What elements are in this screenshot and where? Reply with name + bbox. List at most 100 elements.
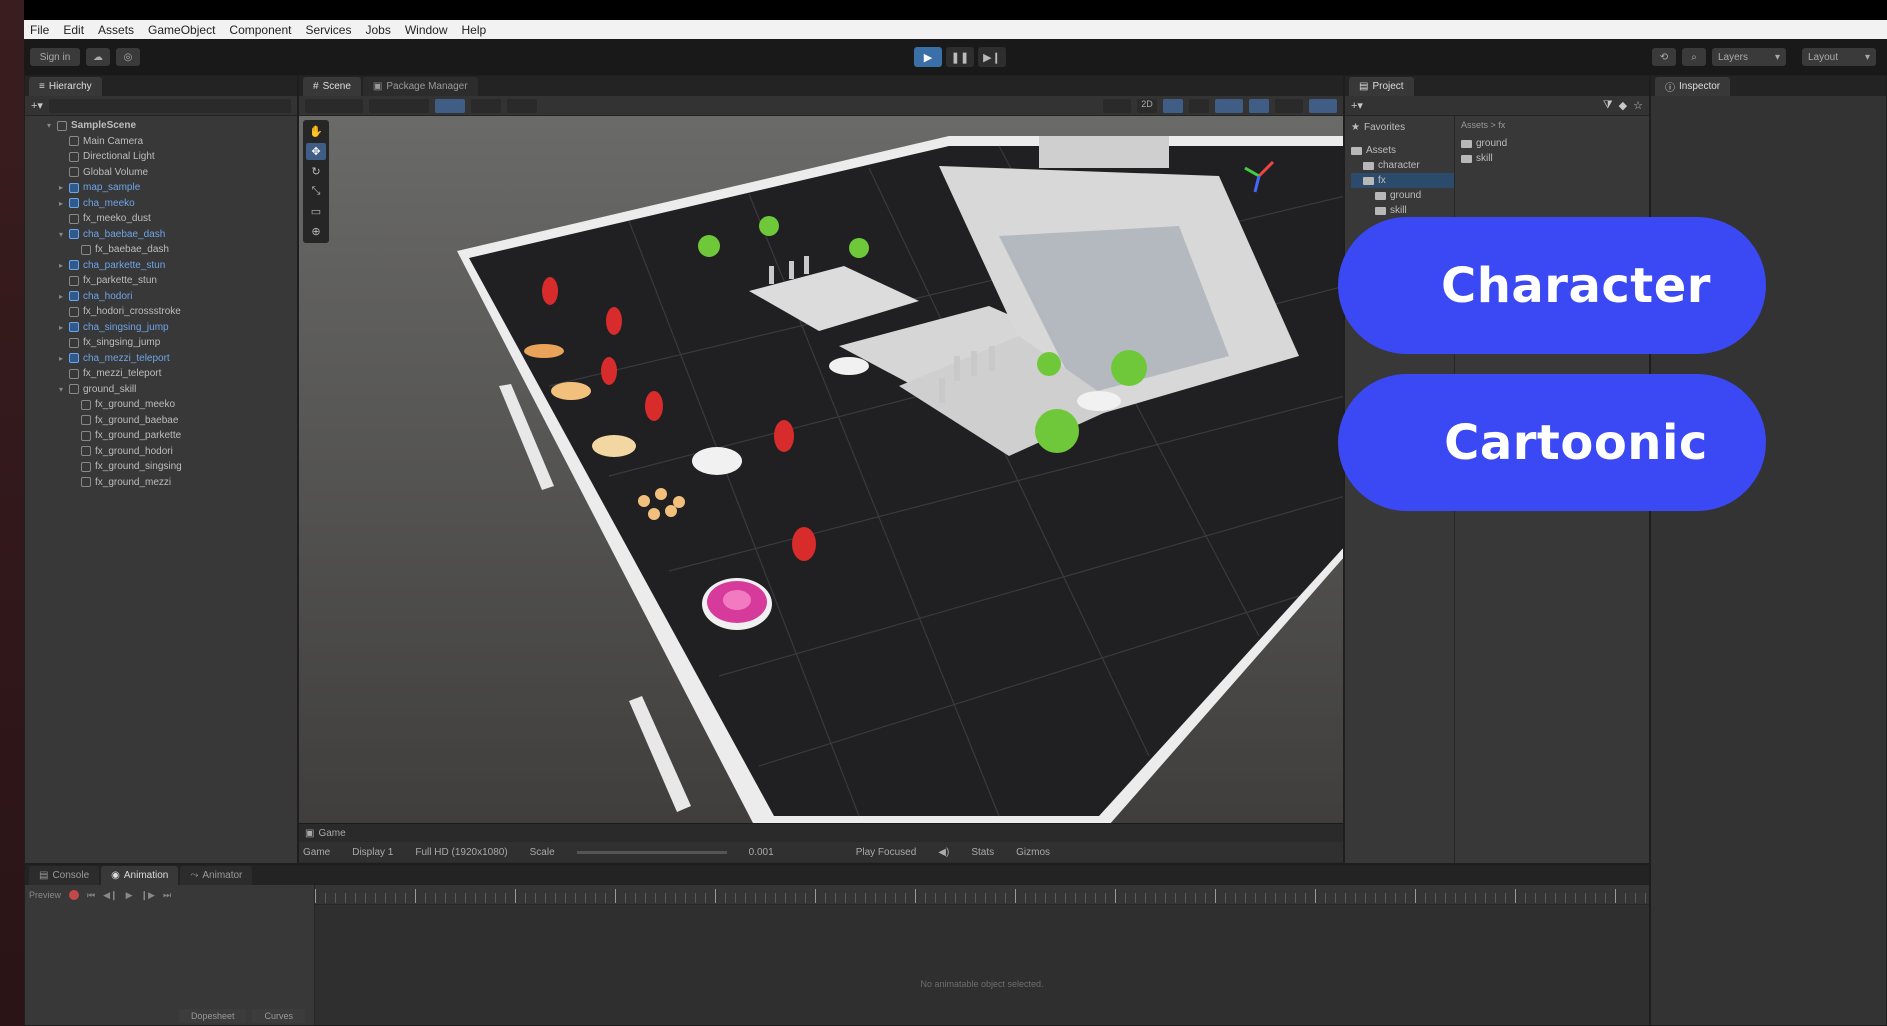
- assets-node[interactable]: Assets: [1351, 143, 1454, 158]
- scale-slider[interactable]: [576, 850, 727, 854]
- layers-dropdown[interactable]: Layers ▾: [1712, 48, 1786, 66]
- menu-help[interactable]: Help: [462, 23, 487, 37]
- add-icon[interactable]: +▾: [1351, 99, 1363, 112]
- step-icon[interactable]: ▶❙: [978, 47, 1006, 67]
- rect-tool-icon[interactable]: ▭: [306, 203, 326, 220]
- play-icon[interactable]: ▶: [126, 890, 133, 901]
- gizmos-icon[interactable]: [1309, 98, 1337, 113]
- camera-icon[interactable]: [1103, 98, 1131, 113]
- hierarchy-item[interactable]: fx_baebae_dash: [25, 242, 297, 258]
- move-tool-icon[interactable]: ✥: [306, 143, 326, 160]
- hierarchy-item[interactable]: fx_meeko_dust: [25, 211, 297, 227]
- 2d-toggle[interactable]: 2D: [1137, 98, 1157, 113]
- tab-scene[interactable]: # Scene: [303, 77, 361, 96]
- expand-arrow-icon[interactable]: ▾: [59, 385, 69, 394]
- expand-arrow-icon[interactable]: ▾: [59, 230, 69, 239]
- game-mode-dropdown[interactable]: Game: [303, 847, 330, 858]
- hierarchy-item[interactable]: Global Volume: [25, 165, 297, 181]
- star-icon[interactable]: ☆: [1633, 99, 1643, 112]
- cloud-icon[interactable]: ☁: [86, 48, 110, 66]
- hierarchy-search-input[interactable]: [48, 98, 291, 113]
- hierarchy-item[interactable]: Main Camera: [25, 134, 297, 150]
- stats-button[interactable]: Stats: [971, 847, 994, 858]
- tab-inspector[interactable]: ⓘ Inspector: [1655, 77, 1731, 96]
- shading-dropdown[interactable]: [305, 98, 363, 113]
- expand-arrow-icon[interactable]: ▸: [59, 199, 69, 208]
- rotate-tool-icon[interactable]: ↻: [306, 163, 326, 180]
- camera-settings-icon[interactable]: [1275, 98, 1303, 113]
- snap-settings-icon[interactable]: [471, 98, 501, 113]
- tab-animation[interactable]: ◉ Animation: [101, 866, 179, 885]
- hierarchy-item[interactable]: ▸ cha_mezzi_teleport: [25, 351, 297, 367]
- hierarchy-item[interactable]: ▾ ground_skill: [25, 382, 297, 398]
- prev-key-icon[interactable]: ◀❙: [103, 890, 117, 901]
- menu-gameobject[interactable]: GameObject: [148, 23, 215, 37]
- first-key-icon[interactable]: ⏮: [87, 890, 95, 901]
- play-mode-dropdown[interactable]: Play Focused: [856, 847, 917, 858]
- hierarchy-item[interactable]: ▸ cha_meeko: [25, 196, 297, 212]
- favorites-node[interactable]: ★ Favorites: [1351, 120, 1454, 135]
- hierarchy-item[interactable]: fx_ground_mezzi: [25, 475, 297, 491]
- tree-item[interactable]: fx: [1351, 173, 1454, 188]
- transform-tool-icon[interactable]: ⊕: [306, 223, 326, 240]
- tab-package-manager[interactable]: ▣ Package Manager: [362, 77, 478, 96]
- expand-arrow-icon[interactable]: ▸: [59, 292, 69, 301]
- mute-icon[interactable]: ◀): [938, 847, 949, 858]
- tab-project[interactable]: ▤ Project: [1349, 77, 1414, 96]
- hierarchy-item[interactable]: fx_ground_hodori: [25, 444, 297, 460]
- dopesheet-button[interactable]: Dopesheet: [178, 1009, 247, 1023]
- hierarchy-item[interactable]: ▸ cha_hodori: [25, 289, 297, 305]
- list-item[interactable]: ground: [1461, 136, 1643, 151]
- tab-hierarchy[interactable]: ≡ Hierarchy: [29, 77, 102, 96]
- search-icon[interactable]: ⌕: [1682, 48, 1706, 66]
- play-icon[interactable]: ▶: [914, 47, 942, 67]
- record-icon[interactable]: [69, 890, 80, 900]
- tree-item[interactable]: character: [1351, 158, 1454, 173]
- audio-icon[interactable]: [1189, 98, 1209, 113]
- filter-icon[interactable]: ⧩: [1603, 99, 1613, 112]
- label-icon[interactable]: ◆: [1619, 99, 1627, 112]
- sign-in-button[interactable]: Sign in: [30, 48, 80, 66]
- hierarchy-item[interactable]: fx_ground_parkette: [25, 428, 297, 444]
- menu-services[interactable]: Services: [305, 23, 351, 37]
- scene-viewport[interactable]: ✋ ✥ ↻ ⤡ ▭ ⊕: [299, 116, 1343, 823]
- animation-timeline[interactable]: No animatable object selected.: [315, 885, 1649, 1025]
- lighting-icon[interactable]: [1163, 98, 1183, 113]
- scale-tool-icon[interactable]: ⤡: [306, 183, 326, 200]
- hierarchy-item[interactable]: ▸ map_sample: [25, 180, 297, 196]
- add-icon[interactable]: +▾: [31, 99, 43, 112]
- hierarchy-item[interactable]: ▸ cha_singsing_jump: [25, 320, 297, 336]
- history-icon[interactable]: ⟲: [1652, 48, 1676, 66]
- expand-arrow-icon[interactable]: ▸: [59, 354, 69, 363]
- hierarchy-item[interactable]: fx_ground_singsing: [25, 459, 297, 475]
- layout-dropdown[interactable]: Layout ▾: [1802, 48, 1876, 66]
- menu-window[interactable]: Window: [405, 23, 448, 37]
- timeline-ruler[interactable]: [315, 885, 1649, 905]
- increment-icon[interactable]: [507, 98, 537, 113]
- expand-arrow-icon[interactable]: ▸: [59, 183, 69, 192]
- hierarchy-item[interactable]: fx_parkette_stun: [25, 273, 297, 289]
- tab-game[interactable]: Game: [318, 828, 345, 839]
- hierarchy-item[interactable]: ▾ SampleScene: [25, 118, 297, 134]
- hierarchy-item[interactable]: Directional Light: [25, 149, 297, 165]
- next-key-icon[interactable]: ❙▶: [141, 890, 155, 901]
- hand-tool-icon[interactable]: ✋: [306, 123, 326, 140]
- collab-icon[interactable]: ◎: [116, 48, 140, 66]
- hierarchy-item[interactable]: fx_ground_meeko: [25, 397, 297, 413]
- tab-console[interactable]: ▤ Console: [29, 866, 100, 885]
- tab-animator[interactable]: ⤳ Animator: [180, 866, 253, 885]
- pause-icon[interactable]: ❚❚: [946, 47, 974, 67]
- resolution-dropdown[interactable]: Full HD (1920x1080): [415, 847, 507, 858]
- expand-arrow-icon[interactable]: ▸: [59, 261, 69, 270]
- last-key-icon[interactable]: ⏭: [163, 890, 171, 901]
- display-dropdown[interactable]: Display 1: [352, 847, 393, 858]
- global-dropdown[interactable]: [369, 98, 429, 113]
- expand-arrow-icon[interactable]: ▸: [59, 323, 69, 332]
- tree-item[interactable]: skill: [1351, 203, 1454, 218]
- grid-snap-icon[interactable]: [435, 98, 465, 113]
- hierarchy-item[interactable]: fx_singsing_jump: [25, 335, 297, 351]
- hierarchy-item[interactable]: fx_mezzi_teleport: [25, 366, 297, 382]
- preview-button[interactable]: Preview: [29, 890, 61, 900]
- hidden-icon[interactable]: [1249, 98, 1269, 113]
- curves-button[interactable]: Curves: [252, 1009, 305, 1023]
